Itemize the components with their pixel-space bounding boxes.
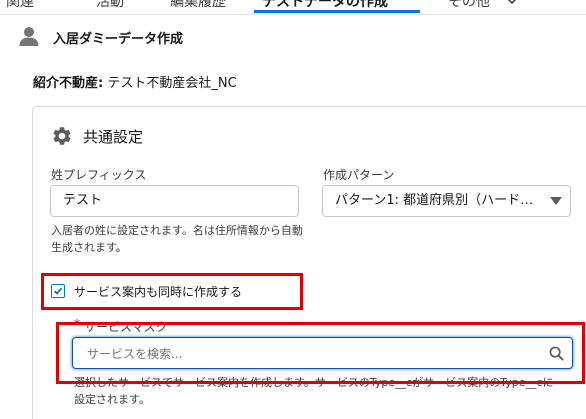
- referral-info: 紹介不動産: テスト不動産会社_NC: [33, 72, 237, 91]
- gear-icon: [53, 127, 71, 145]
- tab-activity[interactable]: 活動: [96, 0, 124, 11]
- tab-bar-divider: [0, 14, 586, 15]
- referral-value: テスト不動産会社_NC: [107, 76, 237, 91]
- card-title: 共通設定: [83, 128, 144, 146]
- chevron-down-icon[interactable]: [506, 0, 518, 6]
- tab-history[interactable]: 編集履歴: [170, 0, 226, 11]
- surname-prefix-help: 入居者の姓に設定されます。名は住所情報から自動生成されます。: [51, 224, 303, 254]
- tab-bar: 関連 活動 編集履歴 テストデータの作成 その他: [0, 0, 586, 14]
- section-title: 入居ダミーデータ作成: [53, 32, 184, 47]
- referral-label: 紹介不動産:: [33, 76, 104, 91]
- service-mask-highlight: [56, 322, 585, 384]
- creation-pattern-select[interactable]: パターン1: 都道府県別（ハード…: [322, 185, 571, 217]
- surname-prefix-label: 姓プレフィックス: [51, 168, 147, 182]
- person-icon: [19, 27, 39, 46]
- page: 関連 活動 編集履歴 テストデータの作成 その他 入居ダミーデータ作成 紹介不動…: [0, 0, 586, 419]
- creation-pattern-label: 作成パターン: [323, 168, 395, 182]
- surname-prefix-input[interactable]: テスト: [50, 185, 299, 217]
- tab-related[interactable]: 関連: [6, 0, 34, 11]
- checkbox-highlight: [41, 273, 303, 310]
- chevron-down-icon[interactable]: [550, 197, 562, 205]
- tab-more[interactable]: その他: [448, 0, 490, 11]
- active-tab-indicator: [254, 10, 420, 13]
